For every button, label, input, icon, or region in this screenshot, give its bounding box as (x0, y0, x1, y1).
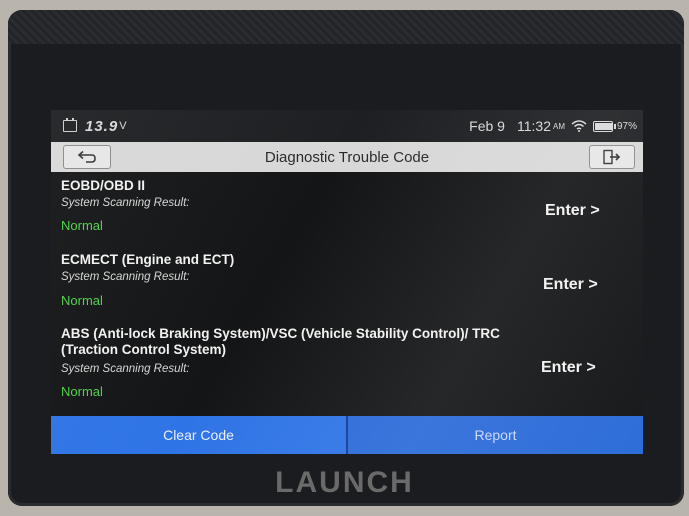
report-button[interactable]: Report (346, 416, 643, 454)
wifi-icon (571, 120, 587, 132)
status-time: 11:32 (516, 118, 551, 134)
title-bar: Diagnostic Trouble Code (51, 142, 643, 172)
scan-result: Normal (61, 293, 103, 308)
battery-fill (594, 122, 613, 130)
bottom-action-bar: Clear Code Report (51, 416, 643, 454)
scan-label: System Scanning Result: (61, 197, 190, 209)
back-arrow-icon (77, 150, 96, 163)
voltage-unit: V (119, 120, 127, 132)
clear-code-button[interactable]: Clear Code (51, 416, 346, 454)
system-name: ABS (Anti-lock Braking System)/VSC (Vehi… (61, 326, 500, 357)
scan-label: System Scanning Result: (61, 363, 190, 375)
system-list: EOBD/OBD II System Scanning Result: Norm… (51, 172, 643, 408)
battery-percent: 97% (616, 120, 637, 132)
back-button[interactable] (63, 145, 111, 169)
system-row-eobd[interactable]: EOBD/OBD II System Scanning Result: Norm… (51, 172, 643, 242)
scanner-screen: 13.9 V Feb 9 11:32 AM 97% Diagnostic Tro… (51, 110, 643, 454)
scan-result: Normal (61, 384, 103, 399)
enter-button[interactable]: Enter > (541, 359, 596, 377)
scan-result: Normal (61, 218, 103, 233)
scan-label: System Scanning Result: (61, 271, 190, 283)
system-name: ECMECT (Engine and ECT) (61, 252, 235, 267)
battery-icon (592, 120, 616, 132)
status-date: Feb 9 (469, 118, 505, 134)
enter-button[interactable]: Enter > (545, 202, 600, 220)
system-row-ecmect[interactable]: ECMECT (Engine and ECT) System Scanning … (51, 248, 643, 318)
exit-button[interactable] (589, 145, 635, 169)
status-bar: 13.9 V Feb 9 11:32 AM 97% (51, 110, 643, 142)
car-battery-icon (63, 118, 77, 132)
system-name: EOBD/OBD II (61, 178, 146, 193)
system-row-abs[interactable]: ABS (Anti-lock Braking System)/VSC (Vehi… (51, 322, 643, 408)
exit-icon (603, 149, 621, 165)
voltage-value: 13.9 (85, 117, 119, 135)
brand-logo: LAUNCH (275, 466, 414, 499)
status-right: Feb 9 11:32 AM 97% (469, 118, 637, 134)
status-ampm: AM (552, 121, 565, 131)
device-top-edge (8, 10, 684, 44)
enter-button[interactable]: Enter > (543, 276, 598, 294)
page-title: Diagnostic Trouble Code (264, 148, 430, 166)
